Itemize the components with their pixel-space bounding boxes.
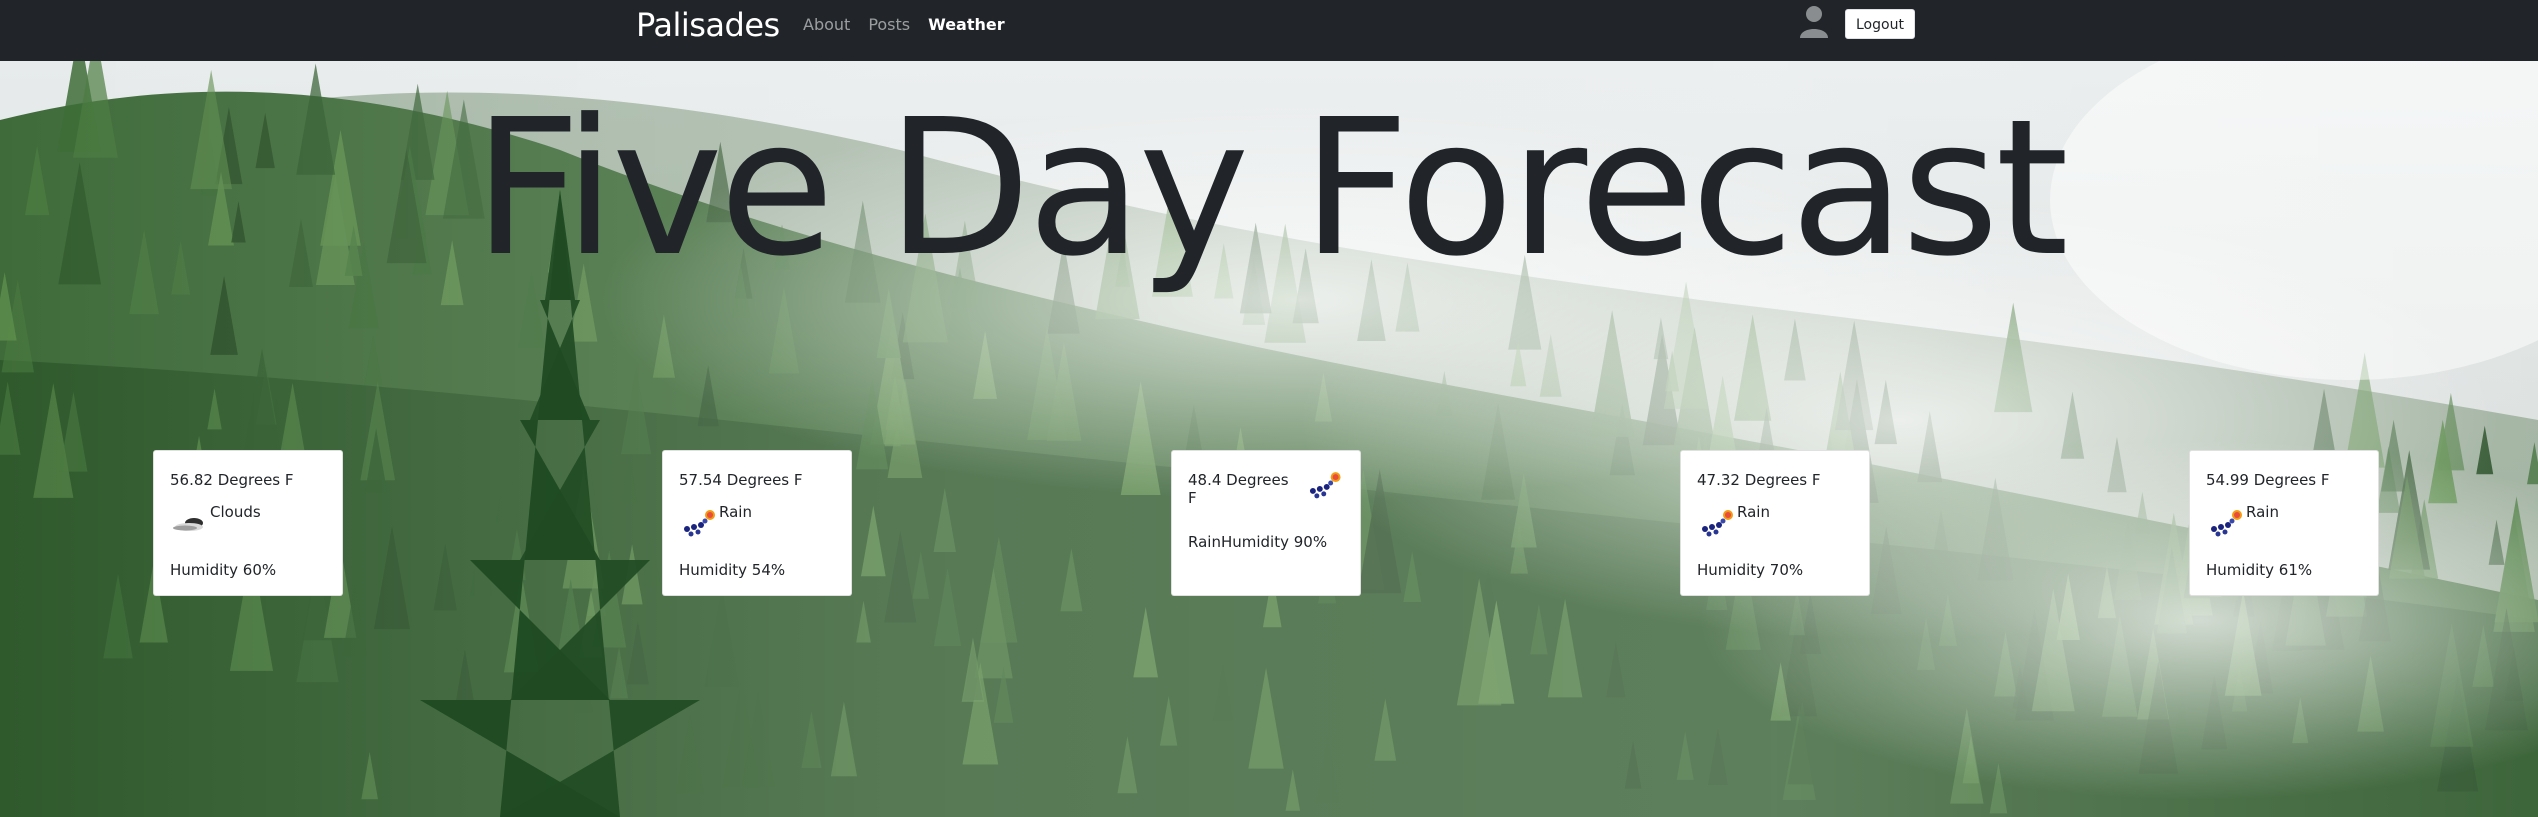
- temperature-text: 54.99 Degrees F: [2206, 471, 2330, 489]
- nav-link-posts[interactable]: Posts: [868, 15, 910, 34]
- forecast-card-day-2: 57.54 Degrees F Rain Humidity 54%: [662, 450, 852, 596]
- humidity-text: Humidity 70%: [1697, 561, 1804, 579]
- page-title: Five Day Forecast: [473, 79, 2069, 298]
- logout-button[interactable]: Logout: [1845, 9, 1915, 39]
- condition-text: Rain: [2246, 503, 2279, 521]
- user-avatar-icon[interactable]: [1798, 4, 1830, 38]
- rain-sun-icon: [684, 510, 715, 537]
- humidity-text: Humidity 61%: [2206, 561, 2313, 579]
- condition-humidity-line: RainHumidity 90%: [1188, 533, 1327, 551]
- condition-text: Rain: [1737, 503, 1770, 521]
- nav-link-about[interactable]: About: [803, 15, 850, 34]
- rain-sun-icon: [1702, 510, 1733, 537]
- forecast-card-day-1: 56.82 Degrees F Clouds Humidity 60%: [153, 450, 343, 596]
- condition-text: Clouds: [210, 503, 261, 521]
- rain-sun-icon: [1309, 472, 1341, 499]
- temperature-text: 48.4 Degrees F: [1188, 471, 1289, 507]
- nav-link-weather[interactable]: Weather: [928, 15, 1005, 34]
- forecast-card-day-3: 48.4 Degrees F RainHumidity 90%: [1171, 450, 1361, 596]
- forecast-card-day-5: 54.99 Degrees F Rain Humidity 61%: [2189, 450, 2379, 596]
- temperature-text: 57.54 Degrees F: [679, 471, 803, 489]
- brand-logo-link[interactable]: Palisades: [636, 6, 780, 44]
- temperature-text: 47.32 Degrees F: [1697, 471, 1821, 489]
- condition-text: Rain: [719, 503, 752, 521]
- clouds-icon: [173, 518, 203, 531]
- forecast-card-day-4: 47.32 Degrees F Rain Humidity 70%: [1680, 450, 1870, 596]
- top-navbar: Palisades About Posts Weather Logout: [0, 0, 2538, 61]
- temperature-text: 56.82 Degrees F: [170, 471, 294, 489]
- rain-sun-icon: [2211, 510, 2242, 537]
- humidity-text: Humidity 90%: [1220, 533, 1328, 551]
- humidity-text: Humidity 54%: [679, 561, 786, 579]
- condition-text: Rain: [1188, 533, 1221, 551]
- nav-links: About Posts Weather: [803, 15, 1005, 34]
- humidity-text: Humidity 60%: [170, 561, 277, 579]
